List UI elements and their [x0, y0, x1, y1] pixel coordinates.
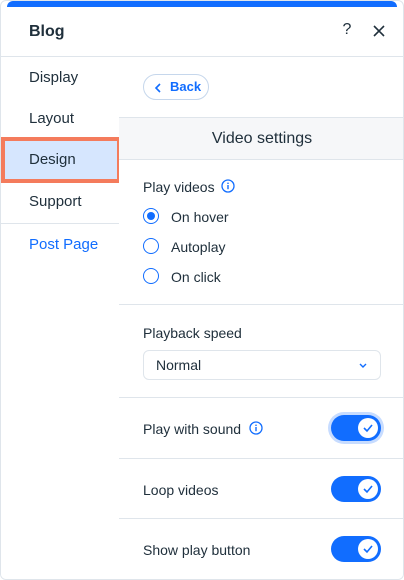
- sidebar-link-post-page[interactable]: Post Page: [1, 224, 119, 266]
- play-videos-label: Play videos: [143, 179, 215, 195]
- check-icon: [363, 424, 373, 433]
- sidebar-item-design[interactable]: Design: [1, 137, 121, 183]
- radio-label-autoplay: Autoplay: [171, 239, 226, 255]
- back-button[interactable]: Back: [143, 74, 209, 100]
- play-with-sound-toggle[interactable]: [331, 415, 381, 441]
- check-icon: [363, 545, 373, 554]
- radio-label-on-click: On click: [171, 269, 221, 285]
- toggle-knob: [358, 418, 378, 438]
- play-with-sound-label: Play with sound: [143, 421, 242, 437]
- radio-on-click[interactable]: [143, 268, 159, 284]
- playback-speed-value: Normal: [156, 357, 202, 373]
- section-title: Video settings: [119, 118, 403, 160]
- play-with-sound-row: Play with sound: [119, 398, 403, 459]
- panel-header: Blog ?: [1, 7, 403, 57]
- show-play-button-row: Show play button: [119, 519, 403, 579]
- chevron-left-icon: [154, 83, 161, 93]
- help-icon[interactable]: ?: [339, 21, 355, 41]
- radio-on-hover[interactable]: [143, 208, 159, 224]
- loop-videos-label: Loop videos: [143, 482, 219, 498]
- info-icon[interactable]: [249, 421, 263, 435]
- loop-videos-toggle[interactable]: [331, 476, 381, 502]
- playback-speed-dropdown[interactable]: Normal: [143, 350, 381, 380]
- show-play-button-toggle[interactable]: [331, 536, 381, 562]
- blog-settings-panel: Blog ? Display Layout Design Support Pos…: [0, 0, 404, 580]
- back-button-label: Back: [170, 79, 202, 94]
- show-play-button-label: Show play button: [143, 542, 251, 558]
- sidebar-item-layout[interactable]: Layout: [1, 98, 119, 140]
- radio-autoplay[interactable]: [143, 238, 159, 254]
- info-icon[interactable]: [221, 179, 235, 193]
- radio-label-on-hover: On hover: [171, 209, 229, 225]
- check-icon: [363, 485, 373, 494]
- close-icon[interactable]: [371, 23, 387, 39]
- sidebar: Display Layout Design Support Post Page: [1, 57, 121, 579]
- sidebar-item-support[interactable]: Support: [1, 181, 119, 223]
- toggle-knob: [358, 539, 378, 559]
- toggle-knob: [358, 479, 378, 499]
- panel-title: Blog: [29, 23, 65, 40]
- playback-speed-label: Playback speed: [143, 325, 242, 341]
- back-area: Back: [119, 57, 403, 118]
- main-content: Back Video settings Play videos On hover…: [119, 57, 403, 579]
- loop-videos-row: Loop videos: [119, 459, 403, 519]
- sidebar-item-display[interactable]: Display: [1, 57, 119, 99]
- chevron-down-icon: [359, 363, 367, 368]
- play-videos-group: Play videos On hover Autoplay On click: [119, 161, 403, 305]
